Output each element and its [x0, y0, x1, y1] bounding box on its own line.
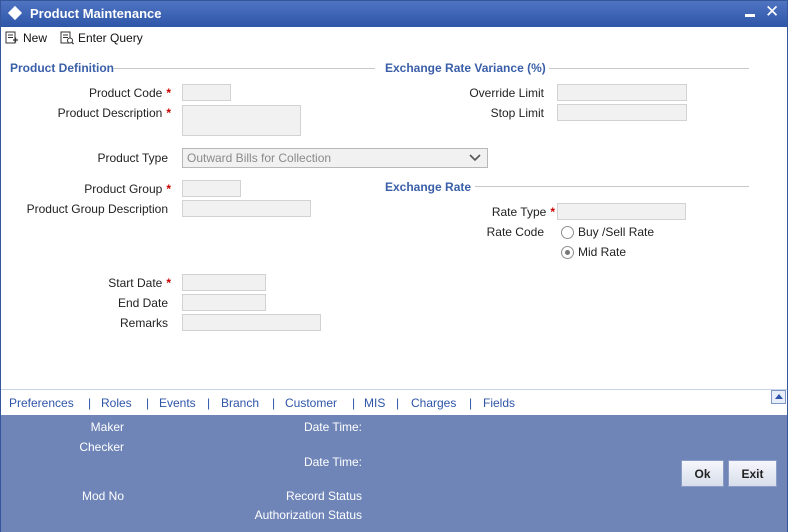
remarks-input[interactable]: [182, 314, 321, 331]
radio-selected-icon: [561, 245, 574, 259]
radio-unselected-icon: [561, 225, 574, 239]
product-description-label: Product Description *: [57, 106, 171, 120]
required-marker: *: [166, 182, 171, 196]
maker-date-time-label: Date Time:: [303, 420, 362, 434]
maker-label: Maker: [90, 420, 124, 434]
section-divider: [475, 186, 749, 187]
title-bar: Product Maintenance ✕: [1, 1, 787, 27]
end-date-label: End Date: [117, 296, 168, 310]
tab-separator: |: [272, 396, 276, 410]
mid-rate-label: Mid Rate: [578, 245, 627, 259]
start-date-label: Start Date *: [108, 276, 171, 290]
product-type-value: Outward Bills for Collection: [187, 151, 332, 165]
record-status-label: Record Status: [285, 489, 362, 503]
product-maintenance-window: Product Maintenance ✕ New Enter Query Pr…: [0, 0, 788, 532]
authorization-status-label: Authorization Status: [254, 508, 362, 522]
tab-fields[interactable]: Fields: [483, 396, 515, 410]
new-label: New: [23, 31, 48, 45]
product-group-label: Product Group *: [84, 182, 171, 196]
required-marker: *: [166, 106, 171, 120]
override-limit-label: Override Limit: [469, 86, 544, 100]
tab-branch[interactable]: Branch: [221, 396, 259, 410]
tab-preferences[interactable]: Preferences: [9, 396, 74, 410]
section-divider: [549, 68, 749, 69]
product-type-select[interactable]: Outward Bills for Collection: [182, 148, 488, 168]
product-type-label: Product Type: [97, 151, 169, 165]
product-definition-title: Product Definition: [10, 61, 114, 75]
rate-type-label: Rate Type *: [491, 205, 555, 219]
tab-events[interactable]: Events: [159, 396, 196, 410]
new-button[interactable]: New: [5, 29, 47, 47]
minimize-icon[interactable]: [745, 14, 755, 17]
enter-query-label: Enter Query: [78, 31, 143, 45]
product-code-label: Product Code *: [88, 86, 171, 100]
tab-separator: |: [469, 396, 473, 410]
window-diamond-icon: [7, 5, 23, 21]
override-limit-input[interactable]: [557, 84, 687, 101]
start-date-input[interactable]: [182, 274, 266, 291]
exchange-rate-variance-title: Exchange Rate Variance (%): [385, 61, 546, 75]
required-marker: *: [166, 86, 171, 100]
checker-date-time-label: Date Time:: [303, 455, 362, 469]
end-date-input[interactable]: [182, 294, 266, 311]
sub-screen-tab-bar: Preferences | Roles | Events | Branch | …: [1, 389, 787, 415]
product-description-input[interactable]: [182, 105, 301, 136]
mod-no-label: Mod No: [81, 489, 124, 503]
exit-button[interactable]: Exit: [728, 460, 777, 487]
window-title: Product Maintenance: [30, 6, 162, 21]
rate-type-input[interactable]: [557, 203, 686, 220]
tab-separator: |: [352, 396, 356, 410]
product-code-input[interactable]: [182, 84, 231, 101]
stop-limit-input[interactable]: [557, 104, 687, 121]
remarks-label: Remarks: [119, 316, 168, 330]
required-marker: *: [550, 205, 555, 219]
tab-charges[interactable]: Charges: [411, 396, 456, 410]
tab-customer[interactable]: Customer: [285, 396, 337, 410]
tab-mis[interactable]: MIS: [364, 396, 385, 410]
ok-button[interactable]: Ok: [681, 460, 724, 487]
checker-label: Checker: [79, 440, 124, 454]
product-group-input[interactable]: [182, 180, 241, 197]
enter-query-button[interactable]: Enter Query: [60, 29, 143, 47]
enter-query-icon: [60, 31, 74, 45]
rate-code-label: Rate Code: [486, 225, 544, 239]
stop-limit-label: Stop Limit: [490, 106, 544, 120]
toolbar: New Enter Query: [1, 27, 787, 49]
mid-rate-radio[interactable]: Mid Rate: [561, 245, 626, 259]
product-group-description-label: Product Group Description: [26, 202, 168, 216]
tab-roles[interactable]: Roles: [101, 396, 132, 410]
close-icon[interactable]: ✕: [765, 2, 779, 22]
tab-separator: |: [207, 396, 211, 410]
tab-separator: |: [88, 396, 92, 410]
chevron-down-icon: [469, 154, 481, 162]
buy-sell-rate-radio[interactable]: Buy /Sell Rate: [561, 225, 654, 239]
required-marker: *: [166, 276, 171, 290]
audit-footer: Maker Checker Mod No Date Time: Date Tim…: [1, 415, 787, 532]
tab-separator: |: [146, 396, 150, 410]
scroll-up-icon[interactable]: [771, 390, 786, 404]
section-divider: [113, 68, 375, 69]
tab-separator: |: [396, 396, 400, 410]
buy-sell-rate-label: Buy /Sell Rate: [578, 225, 655, 239]
new-document-icon: [5, 31, 18, 44]
exchange-rate-title: Exchange Rate: [385, 180, 472, 194]
product-group-description-input[interactable]: [182, 200, 311, 217]
